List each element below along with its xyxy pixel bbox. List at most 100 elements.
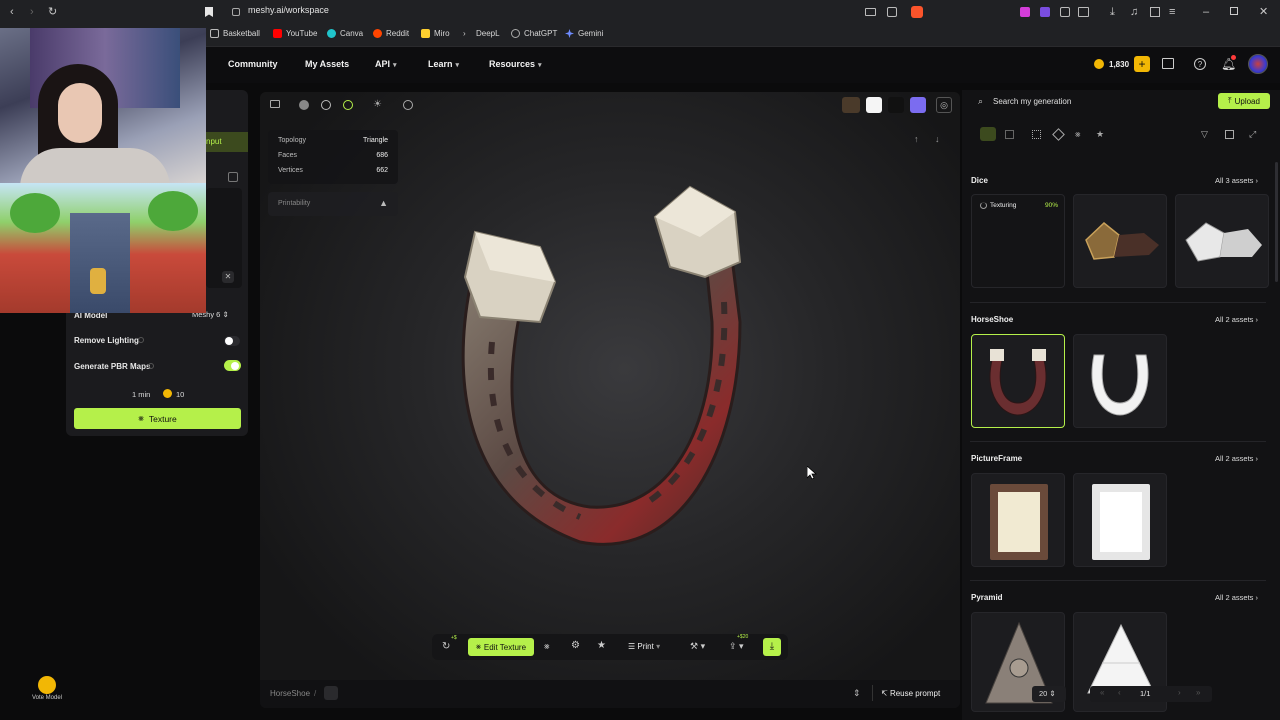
chevron-updown-icon[interactable]: ⇕	[853, 688, 861, 699]
search-input[interactable]: Search my generation	[993, 97, 1071, 106]
model-viewport[interactable]: ☀ ◎ ↑ ↓ Topology Triangle Faces 686 Vert…	[260, 92, 960, 708]
per-page-select[interactable]: 20 ⇕	[1032, 686, 1066, 702]
monitor-icon[interactable]	[270, 100, 280, 108]
select-icon[interactable]	[1225, 130, 1234, 139]
upload-button[interactable]: ⤒ Upload	[1218, 93, 1270, 109]
nav-community[interactable]: Community	[228, 59, 278, 69]
tools-dropdown[interactable]: ⚒ ▾	[690, 641, 705, 652]
puzzle-icon[interactable]	[1060, 7, 1070, 17]
view-all-link[interactable]: All 2 assets ›	[1215, 454, 1258, 463]
vote-model-label[interactable]: Vote Model	[30, 695, 64, 701]
avatar[interactable]	[1248, 54, 1268, 74]
texture-filter-icon[interactable]: ⨳	[1075, 129, 1081, 140]
vote-model-icon[interactable]	[38, 676, 56, 694]
close-icon[interactable]: ✕	[1259, 6, 1268, 18]
sidebar-toggle-icon[interactable]	[1078, 7, 1089, 17]
grid-filter-icon[interactable]	[1005, 130, 1014, 139]
texture-pattern-icon[interactable]: ⨳	[544, 641, 550, 652]
add-credits-button[interactable]: +	[1134, 56, 1150, 72]
asset-card[interactable]	[1073, 473, 1167, 567]
minimize-icon[interactable]: –	[1203, 6, 1209, 18]
last-page-icon[interactable]: »	[1196, 688, 1200, 697]
bg-black-swatch[interactable]	[888, 97, 904, 113]
remove-lighting-toggle[interactable]	[224, 336, 240, 346]
share-dropdown[interactable]: ⇪ ▾	[729, 641, 744, 652]
thumbs-down-icon[interactable]: ↓	[935, 134, 940, 144]
textured-view-icon[interactable]	[343, 100, 353, 110]
nav-my-assets[interactable]: My Assets	[305, 59, 349, 69]
screen-icon[interactable]	[865, 8, 876, 16]
back-icon[interactable]: ‹	[10, 6, 14, 18]
first-page-icon[interactable]: «	[1100, 688, 1104, 697]
share-icon[interactable]	[887, 7, 897, 17]
solid-view-icon[interactable]	[299, 100, 309, 110]
info-icon[interactable]	[138, 337, 144, 343]
breadcrumb[interactable]: HorseShoe	[270, 689, 310, 698]
maximize-icon[interactable]	[1230, 7, 1238, 15]
view-all-link[interactable]: All 3 assets ›	[1215, 176, 1258, 185]
forward-icon[interactable]: ›	[30, 6, 34, 18]
info-icon[interactable]	[148, 363, 154, 369]
light-icon[interactable]: ☀	[373, 100, 383, 110]
animate-icon[interactable]: ★	[597, 640, 606, 651]
cube-filter-icon[interactable]	[1052, 128, 1065, 141]
site-info-icon[interactable]	[232, 8, 240, 16]
bookmark-reddit[interactable]: Reddit	[373, 29, 409, 38]
view-all-link[interactable]: All 2 assets ›	[1215, 315, 1258, 324]
extension-icon[interactable]	[1040, 7, 1050, 17]
prev-page-icon[interactable]: ‹	[1118, 688, 1121, 697]
tab-input[interactable]: nput	[202, 132, 248, 152]
extension-icon[interactable]	[1020, 7, 1030, 17]
bookmark-canva[interactable]: Canva	[327, 29, 363, 38]
delete-icon[interactable]: ✕	[222, 271, 234, 283]
nav-learn[interactable]: Learn ▾	[428, 59, 459, 69]
clay-view-icon[interactable]	[321, 100, 331, 110]
bookmark-gemini[interactable]: Gemini	[565, 29, 603, 38]
globe-icon[interactable]	[403, 100, 413, 110]
bg-purple-swatch[interactable]	[910, 97, 926, 113]
thumbs-up-icon[interactable]: ↑	[914, 134, 919, 144]
reload-icon[interactable]: ↻	[48, 6, 57, 18]
brave-shield-icon[interactable]	[911, 6, 923, 18]
asset-card-selected[interactable]	[971, 334, 1065, 428]
menu-icon[interactable]: ≡	[1169, 6, 1175, 18]
bookmark-basketball[interactable]: Basketball	[210, 29, 260, 38]
asset-card[interactable]	[1073, 334, 1167, 428]
run-filter-icon[interactable]: ★	[1096, 129, 1104, 140]
download-button[interactable]: ⤓	[763, 638, 781, 656]
settings-icon[interactable]	[228, 172, 238, 182]
next-page-icon[interactable]: ›	[1178, 688, 1181, 697]
camera-focus-icon[interactable]: ◎	[936, 97, 952, 113]
folder-filter-icon[interactable]	[980, 127, 996, 141]
edit-texture-button[interactable]: ⨳ Edit Texture	[468, 638, 534, 656]
media-icon[interactable]: ♫	[1130, 6, 1138, 18]
filter-icon[interactable]: ▽	[1201, 129, 1208, 140]
asset-card[interactable]	[971, 473, 1065, 567]
model-thumbnail[interactable]	[324, 686, 338, 700]
asset-card-texturing[interactable]: Texturing 90%	[971, 194, 1065, 288]
bg-white-swatch[interactable]	[866, 97, 882, 113]
bookmark-youtube[interactable]: YouTube	[273, 29, 317, 38]
horseshoe-model[interactable]	[430, 172, 750, 572]
bookmark-miro[interactable]: Miro	[421, 29, 450, 38]
nav-resources[interactable]: Resources ▾	[489, 59, 542, 69]
remesh-icon[interactable]: ↻	[442, 641, 450, 652]
scrollbar[interactable]	[1275, 162, 1278, 282]
address-bar[interactable]: meshy.ai/workspace	[248, 5, 329, 15]
download-icon[interactable]: ⤓	[1110, 6, 1115, 18]
gift-icon[interactable]	[1162, 58, 1174, 69]
texture-button[interactable]: ⨳ Texture	[74, 408, 241, 429]
bookmark-chatgpt[interactable]: ChatGPT	[511, 29, 557, 38]
bookmark-deepl[interactable]: › DeepL	[463, 29, 500, 38]
expand-icon[interactable]: ⤢	[1249, 129, 1256, 140]
view-all-link[interactable]: All 2 assets ›	[1215, 593, 1258, 602]
print-button[interactable]: ☰ Print ▾	[628, 642, 660, 651]
environment-thumbnail[interactable]	[842, 97, 860, 113]
pbr-toggle[interactable]	[224, 360, 241, 371]
asset-card[interactable]	[1073, 194, 1167, 288]
bookmark-icon[interactable]	[205, 7, 213, 17]
asset-card[interactable]	[1175, 194, 1269, 288]
nav-api[interactable]: API ▾	[375, 59, 397, 69]
rig-icon[interactable]: ⚙	[571, 640, 580, 651]
split-view-icon[interactable]	[1150, 7, 1160, 17]
